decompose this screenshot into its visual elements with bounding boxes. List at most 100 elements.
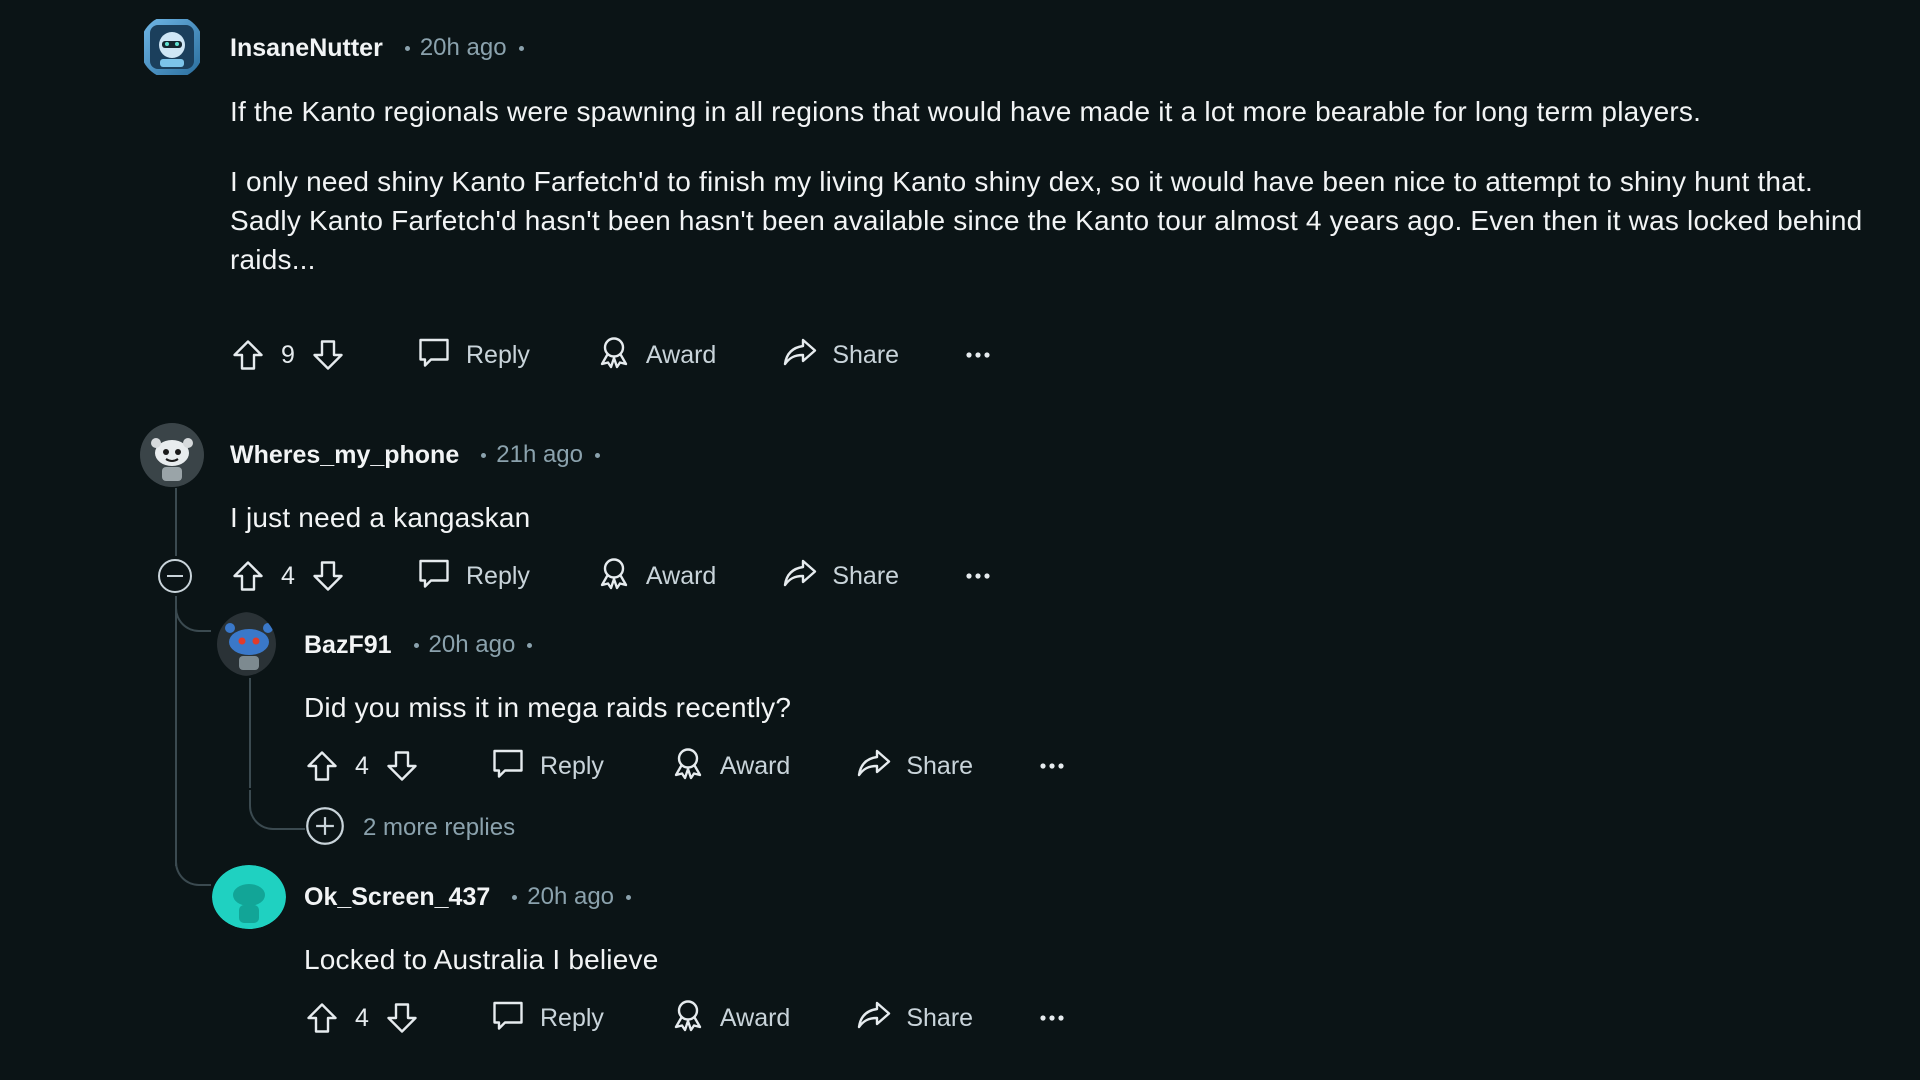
username[interactable]: InsaneNutter [230, 34, 383, 63]
award-icon [670, 745, 706, 788]
reply-button[interactable]: Reply [490, 998, 604, 1039]
share-icon [856, 746, 892, 787]
award-button[interactable]: Award [596, 555, 716, 598]
vote-score: 4 [355, 1003, 369, 1032]
more-options-icon[interactable] [965, 351, 991, 359]
comment-paragraph: Locked to Australia I believe [304, 944, 659, 975]
avatar-image [217, 612, 276, 676]
upvote-icon[interactable] [230, 558, 266, 594]
comment-actions: 9 Reply Award Share [230, 333, 991, 377]
timestamp[interactable]: 20h ago [420, 34, 507, 62]
avatar[interactable] [140, 15, 204, 79]
timestamp[interactable]: 20h ago [527, 883, 614, 911]
comment-paragraph: Did you miss it in mega raids recently? [304, 692, 792, 723]
comment-body: Locked to Australia I believe [304, 940, 1804, 979]
share-icon [782, 556, 818, 597]
share-icon [856, 998, 892, 1039]
award-button[interactable]: Award [670, 745, 790, 788]
avatar-image [144, 19, 200, 75]
downvote-icon[interactable] [310, 558, 346, 594]
award-button[interactable]: Award [596, 334, 716, 377]
reply-label: Reply [540, 1003, 604, 1032]
reply-button[interactable]: Reply [416, 335, 530, 376]
share-label: Share [832, 561, 900, 590]
separator-dot [595, 452, 601, 458]
thread-line-wheres-my-phone-lower [175, 596, 177, 866]
timestamp[interactable]: 20h ago [429, 631, 516, 659]
upvote-icon[interactable] [230, 337, 266, 373]
thread-line-bazf91 [249, 678, 251, 788]
upvote-icon[interactable] [304, 748, 340, 784]
comment-paragraph: If the Kanto regionals were spawning in … [230, 96, 1702, 127]
separator-dot [518, 45, 524, 51]
award-icon [670, 997, 706, 1040]
more-options-icon[interactable] [1039, 762, 1065, 770]
comment-icon [490, 746, 526, 787]
share-label: Share [832, 340, 900, 369]
comments-thread: InsaneNutter 20h ago If the Kanto region… [0, 0, 1920, 1080]
share-button[interactable]: Share [782, 335, 899, 376]
avatar[interactable] [212, 612, 276, 676]
reply-button[interactable]: Reply [416, 556, 530, 597]
comment-body: I just need a kangaskan [230, 498, 1830, 537]
comment-paragraph: I only need shiny Kanto Farfetch'd to fi… [230, 166, 1863, 275]
reply-label: Reply [466, 340, 530, 369]
upvote-icon[interactable] [304, 1000, 340, 1036]
collapse-thread-icon[interactable] [157, 558, 193, 594]
award-button[interactable]: Award [670, 997, 790, 1040]
separator-dot [527, 642, 533, 648]
downvote-icon[interactable] [310, 337, 346, 373]
reply-button[interactable]: Reply [490, 746, 604, 787]
award-icon [596, 334, 632, 377]
comment-actions: 4 Reply Award Share [230, 554, 991, 598]
comment-paragraph: I just need a kangaskan [230, 502, 531, 533]
separator-dot [512, 894, 518, 900]
more-options-icon[interactable] [965, 572, 991, 580]
comment-meta: Wheres_my_phone 21h ago [230, 438, 610, 472]
comment-icon [416, 335, 452, 376]
share-button[interactable]: Share [856, 998, 973, 1039]
comment-actions: 4 Reply Award Share [304, 744, 1065, 788]
username[interactable]: BazF91 [304, 631, 392, 660]
separator-dot [481, 452, 487, 458]
downvote-icon[interactable] [384, 748, 420, 784]
comment-body: Did you miss it in mega raids recently? [304, 688, 1804, 727]
award-label: Award [645, 340, 717, 369]
comment-meta: InsaneNutter 20h ago [230, 31, 534, 65]
share-label: Share [906, 751, 974, 780]
separator-dot [626, 894, 632, 900]
comment-meta: Ok_Screen_437 20h ago [304, 880, 641, 914]
avatar[interactable] [140, 423, 204, 487]
award-label: Award [645, 561, 717, 590]
username[interactable]: Wheres_my_phone [230, 441, 459, 470]
timestamp[interactable]: 21h ago [496, 441, 583, 469]
downvote-icon[interactable] [384, 1000, 420, 1036]
vote-score: 4 [355, 751, 369, 780]
share-button[interactable]: Share [856, 746, 973, 787]
thread-branch-ok-screen [175, 840, 211, 886]
thread-branch-more-replies [249, 790, 305, 830]
award-label: Award [719, 751, 791, 780]
avatar[interactable] [212, 865, 286, 929]
vote-score: 4 [281, 561, 295, 590]
reply-label: Reply [466, 561, 530, 590]
reply-label: Reply [540, 751, 604, 780]
comment-icon [416, 556, 452, 597]
expand-replies-icon [305, 806, 345, 851]
vote-score: 9 [281, 340, 295, 369]
username[interactable]: Ok_Screen_437 [304, 883, 490, 912]
more-replies-label: 2 more replies [363, 814, 516, 841]
share-button[interactable]: Share [782, 556, 899, 597]
comment-icon [490, 998, 526, 1039]
more-replies-button[interactable]: 2 more replies [305, 806, 516, 851]
share-label: Share [906, 1003, 974, 1032]
share-icon [782, 335, 818, 376]
thread-line-wheres-my-phone [175, 488, 177, 556]
award-label: Award [719, 1003, 791, 1032]
more-options-icon[interactable] [1039, 1014, 1065, 1022]
separator-dot [413, 642, 419, 648]
comment-actions: 4 Reply Award Share [304, 996, 1065, 1040]
thread-branch-bazf91 [175, 596, 211, 632]
award-icon [596, 555, 632, 598]
comment-body: If the Kanto regionals were spawning in … [230, 92, 1870, 279]
